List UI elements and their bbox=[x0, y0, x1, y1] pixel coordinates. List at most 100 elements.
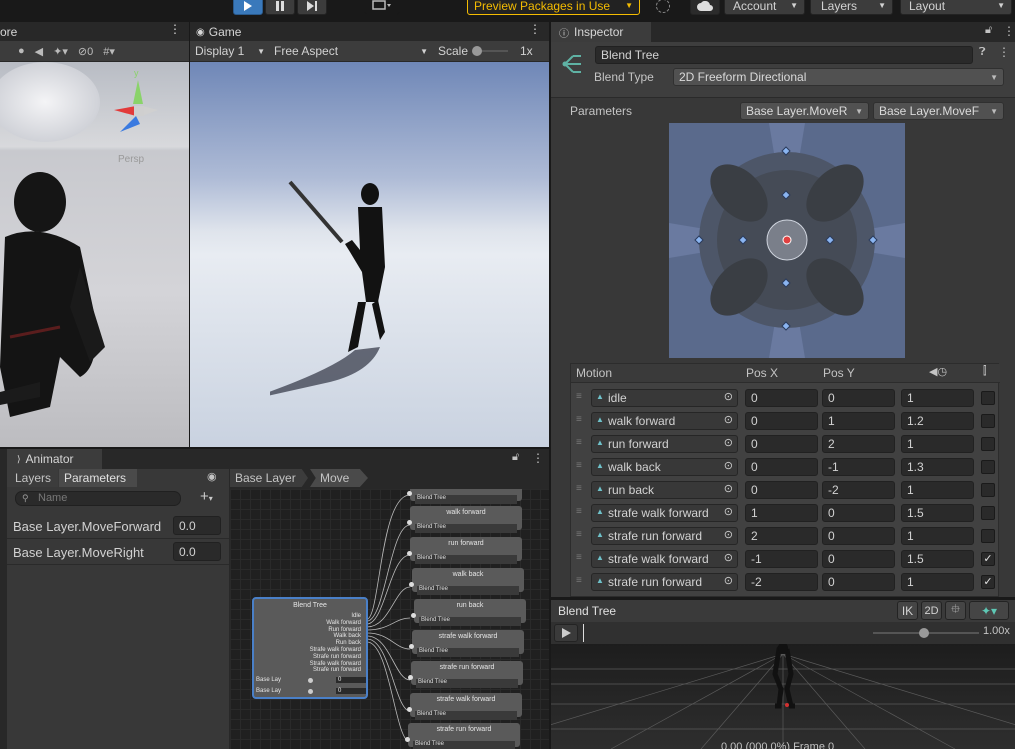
parameter-value[interactable]: 0.0 bbox=[173, 542, 221, 561]
pos-x-field[interactable]: 0 bbox=[745, 435, 818, 453]
hidden-objects-toggle[interactable]: ⊘0 bbox=[78, 45, 93, 58]
speed-field[interactable]: 1 bbox=[901, 481, 974, 499]
motion-field[interactable]: ▲ idle ⊙ bbox=[591, 389, 738, 407]
grid-icon[interactable]: #▾ bbox=[103, 45, 115, 58]
mirror-checkbox[interactable] bbox=[981, 437, 995, 451]
object-picker-icon[interactable]: ⊙ bbox=[724, 436, 733, 449]
child-node[interactable]: Blend Tree bbox=[407, 489, 522, 504]
pos-y-field[interactable]: 0 bbox=[822, 527, 895, 545]
drag-handle[interactable]: ≡ bbox=[576, 506, 582, 517]
blend-param-value[interactable]: 0 bbox=[336, 677, 366, 683]
ik-toggle[interactable]: IK bbox=[897, 601, 918, 620]
object-picker-icon[interactable]: ⊙ bbox=[724, 413, 733, 426]
object-picker-icon[interactable]: ⊙ bbox=[724, 459, 733, 472]
speed-field[interactable]: 1 bbox=[901, 527, 974, 545]
blend-param-value[interactable]: 0 bbox=[336, 688, 366, 694]
account-dropdown[interactable]: Account ▼ bbox=[724, 0, 805, 15]
tab-animator[interactable]: ⟩ Animator bbox=[7, 449, 102, 469]
drag-handle[interactable]: ≡ bbox=[576, 575, 582, 586]
mirror-checkbox[interactable] bbox=[981, 506, 995, 520]
preview-play-button[interactable] bbox=[554, 624, 578, 642]
pos-y-field[interactable]: 0 bbox=[822, 389, 895, 407]
parameter-x-dropdown[interactable]: Base Layer.MoveR ▼ bbox=[740, 102, 869, 120]
breadcrumb-item[interactable]: Move bbox=[310, 469, 368, 487]
object-name-field[interactable]: Blend Tree bbox=[595, 46, 973, 64]
table-row[interactable]: ≡ ▲ strafe run forward ⊙ 2 0 1 bbox=[571, 526, 1000, 548]
more-options-icon[interactable]: ⋮ bbox=[169, 22, 181, 36]
add-parameter-button[interactable]: +▾ bbox=[200, 488, 213, 505]
motion-field[interactable]: ▲ strafe run forward ⊙ bbox=[591, 527, 738, 545]
scale-slider[interactable] bbox=[472, 46, 508, 56]
table-row[interactable]: ≡ ▲ walk back ⊙ 0 -1 1.3 bbox=[571, 457, 1000, 479]
more-options-icon[interactable]: ⋮ bbox=[1003, 24, 1015, 38]
table-row[interactable]: ≡ ▲ run forward ⊙ 0 2 1 bbox=[571, 434, 1000, 456]
blend-tree-node[interactable]: Blend Tree Idle Walk forward Run forward… bbox=[252, 597, 368, 699]
search-input[interactable]: ⚲ Name bbox=[15, 491, 181, 506]
child-node[interactable]: walk back Blend Tree bbox=[409, 568, 524, 595]
speed-field[interactable]: 1 bbox=[901, 573, 974, 591]
pivot-toggle[interactable]: ⯐ bbox=[945, 601, 966, 620]
table-row[interactable]: ≡ ▲ walk forward ⊙ 0 1 1.2 bbox=[571, 411, 1000, 433]
motion-field[interactable]: ▲ run forward ⊙ bbox=[591, 435, 738, 453]
breadcrumb-item[interactable]: Base Layer bbox=[230, 469, 308, 487]
preview-viewport[interactable]: 0.00 (000.0%) Frame 0 bbox=[551, 644, 1015, 749]
mirror-checkbox[interactable] bbox=[981, 391, 995, 405]
scene-viewport[interactable]: y Persp bbox=[0, 62, 189, 447]
motion-field[interactable]: ▲ run back ⊙ bbox=[591, 481, 738, 499]
tab-game[interactable]: ◉ Game ⋮ bbox=[190, 22, 549, 42]
pos-x-field[interactable]: 0 bbox=[745, 481, 818, 499]
object-picker-icon[interactable]: ⊙ bbox=[724, 505, 733, 518]
motion-field[interactable]: ▲ walk back ⊙ bbox=[591, 458, 738, 476]
table-row[interactable]: ≡ ▲ strafe walk forward ⊙ -1 0 1.5 ✓ bbox=[571, 549, 1000, 571]
pos-x-field[interactable]: 2 bbox=[745, 527, 818, 545]
speed-field[interactable]: 1 bbox=[901, 389, 974, 407]
pos-y-field[interactable]: 0 bbox=[822, 504, 895, 522]
child-node[interactable]: strafe run forward Blend Tree bbox=[408, 661, 523, 688]
mirror-checkbox[interactable] bbox=[981, 483, 995, 497]
cloud-button[interactable] bbox=[690, 0, 720, 15]
speed-field[interactable]: 1.5 bbox=[901, 550, 974, 568]
parameter-value[interactable]: 0.0 bbox=[173, 516, 221, 535]
pos-x-field[interactable]: -2 bbox=[745, 573, 818, 591]
motion-field[interactable]: ▲ strafe walk forward ⊙ bbox=[591, 550, 738, 568]
audio-icon[interactable]: ◀ bbox=[35, 45, 43, 58]
graph-canvas[interactable]: Blend Tree Idle Walk forward Run forward… bbox=[230, 489, 549, 749]
slider-thumb[interactable] bbox=[308, 678, 313, 683]
eye-icon[interactable]: ◉ bbox=[207, 470, 217, 483]
child-node[interactable]: strafe walk forward Blend Tree bbox=[407, 693, 522, 720]
timeline-scrubber[interactable] bbox=[583, 624, 584, 642]
drag-handle[interactable]: ≡ bbox=[576, 414, 582, 425]
preview-packages-button[interactable]: Preview Packages in Use ▼ bbox=[467, 0, 640, 15]
settings-menu-icon[interactable]: ⋮ bbox=[998, 45, 1010, 59]
pos-x-field[interactable]: -1 bbox=[745, 550, 818, 568]
tab-scene[interactable]: ore ⋮ bbox=[0, 22, 189, 42]
2d-toggle[interactable]: 2D bbox=[921, 601, 942, 620]
help-icon[interactable]: ❓︎ bbox=[979, 46, 986, 59]
list-item[interactable]: Base Layer.MoveForward 0.0 bbox=[7, 513, 229, 539]
pos-y-field[interactable]: 0 bbox=[822, 573, 895, 591]
speed-field[interactable]: 1 bbox=[901, 435, 974, 453]
child-node[interactable]: strafe run forward Blend Tree bbox=[405, 723, 520, 749]
motion-field[interactable]: ▲ strafe run forward ⊙ bbox=[591, 573, 738, 591]
child-node[interactable]: run back Blend Tree bbox=[411, 599, 526, 626]
scene-gizmo[interactable]: y bbox=[110, 66, 180, 141]
drag-handle[interactable]: ≡ bbox=[576, 391, 582, 402]
list-item[interactable]: Base Layer.MoveRight 0.0 bbox=[7, 539, 229, 565]
drag-handle[interactable]: ≡ bbox=[576, 437, 582, 448]
mirror-checkbox[interactable]: ✓ bbox=[981, 552, 995, 566]
speed-field[interactable]: 1.3 bbox=[901, 458, 974, 476]
layout-dropdown[interactable]: Layout ▼ bbox=[900, 0, 1012, 15]
pos-y-field[interactable]: 2 bbox=[822, 435, 895, 453]
persp-label[interactable]: Persp bbox=[118, 154, 144, 165]
pos-x-field[interactable]: 0 bbox=[745, 389, 818, 407]
table-row[interactable]: ≡ ▲ strafe walk forward ⊙ 1 0 1.5 bbox=[571, 503, 1000, 525]
game-viewport[interactable] bbox=[190, 62, 549, 447]
object-picker-icon[interactable]: ⊙ bbox=[724, 551, 733, 564]
more-options-icon[interactable]: ⋮ bbox=[529, 22, 541, 36]
lighting-icon[interactable]: ● bbox=[18, 45, 25, 57]
object-picker-icon[interactable]: ⊙ bbox=[724, 390, 733, 403]
motion-field[interactable]: ▲ strafe walk forward ⊙ bbox=[591, 504, 738, 522]
more-options-icon[interactable]: ⋮ bbox=[532, 451, 544, 465]
collab-dropdown[interactable] bbox=[364, 0, 400, 15]
effects-icon[interactable]: ✦▾ bbox=[53, 45, 68, 58]
